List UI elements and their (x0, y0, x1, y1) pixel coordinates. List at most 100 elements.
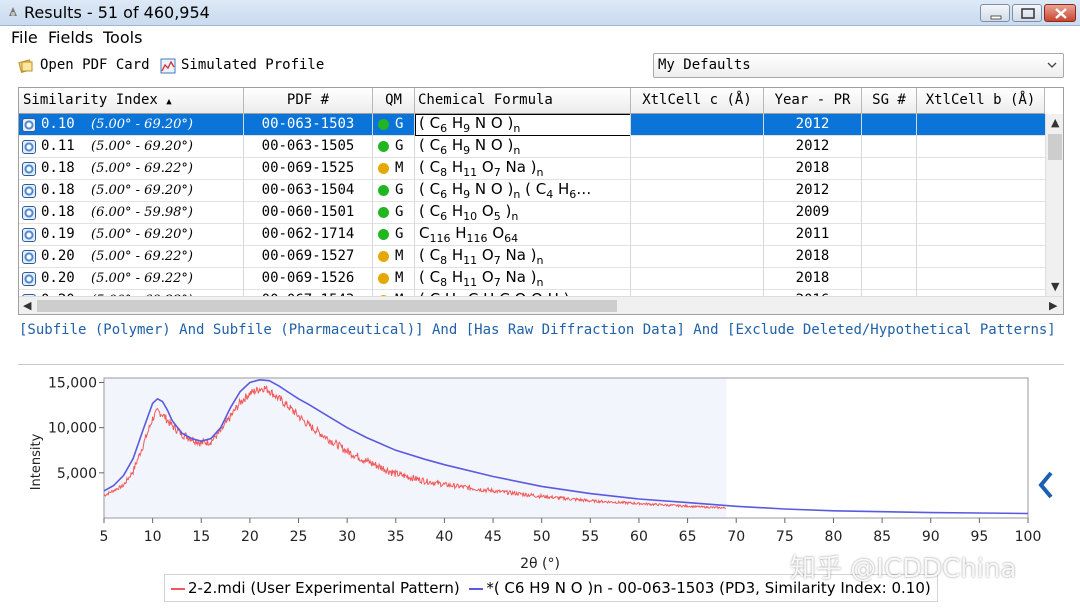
pattern-icon (22, 184, 36, 198)
scroll-down-icon[interactable]: ▼ (1051, 280, 1059, 293)
quality-mark-icon (378, 185, 389, 196)
chemical-formula: ( C8 H11 O7 Na )n (419, 246, 544, 267)
cell-xtlcell-b (917, 180, 1045, 202)
table-row[interactable]: 0.18 (5.00° - 69.22°) 00-069-1525 M ( C8 H11… (19, 158, 1045, 180)
simulated-profile-button[interactable]: Simulated Profile (181, 57, 324, 73)
cell-xtlcell-c (631, 246, 764, 268)
pattern-icon (22, 250, 36, 264)
x-tick-label: 45 (484, 529, 502, 545)
similarity-value: 0.18 (41, 160, 75, 176)
col-qm[interactable]: QM (373, 88, 415, 114)
cell-xtlcell-b (917, 246, 1045, 268)
scroll-right-icon[interactable]: ▶ (1049, 299, 1057, 312)
x-tick-label: 70 (727, 529, 745, 545)
cell-year: 2012 (764, 180, 862, 202)
cell-xtlcell-c (631, 202, 764, 224)
pattern-icon (22, 206, 36, 220)
maximize-button[interactable] (1012, 4, 1042, 22)
x-tick-label: 55 (581, 529, 599, 545)
table-row[interactable]: 0.19 (5.00° - 69.20°) 00-062-1714 G C116 H11… (19, 224, 1045, 246)
col-chemical-formula[interactable]: Chemical Formula (415, 88, 631, 114)
cell-similarity: 0.18 (5.00° - 69.22°) (19, 158, 244, 180)
cell-similarity: 0.18 (5.00° - 69.20°) (19, 180, 244, 202)
legend-swatch-reference (469, 587, 484, 590)
close-button[interactable] (1044, 4, 1076, 22)
pattern-icon (22, 162, 36, 176)
table-row[interactable]: 0.18 (6.00° - 59.98°) 00-060-1501 G ( C6 H10… (19, 202, 1045, 224)
menu-file[interactable]: File (11, 28, 38, 47)
vertical-scrollbar[interactable]: ▲ ▼ (1045, 114, 1063, 296)
vertical-scroll-thumb[interactable] (1048, 134, 1062, 160)
simulated-profile-icon (160, 58, 176, 74)
horizontal-scrollbar[interactable]: ◀ ▶ (19, 296, 1063, 314)
menu-tools[interactable]: Tools (103, 28, 142, 47)
y-tick-label: 5,000 (57, 466, 97, 482)
maximize-icon (1021, 8, 1035, 19)
chemical-formula: ( C8 H11 O7 Na )n (419, 158, 544, 179)
quality-mark-letter: M (395, 270, 404, 286)
y-tick-label: 10,000 (48, 421, 97, 437)
angle-range: (5.00° - 69.20°) (91, 117, 193, 132)
cell-xtlcell-b (917, 224, 1045, 246)
table-row[interactable]: 0.20 (5.00° - 69.22°) 00-069-1526 M ( C8 H11… (19, 268, 1045, 290)
table-row[interactable]: 0.20 (5.00° - 69.22°) 00-069-1527 M ( C8 H11… (19, 246, 1045, 268)
quality-mark-icon (378, 229, 389, 240)
cell-year: 2018 (764, 158, 862, 180)
chemical-formula: ( C6 H9 N O )n ( C4 H6… (419, 180, 592, 201)
cell-sg (862, 224, 917, 246)
menu-fields[interactable]: Fields (48, 28, 93, 47)
scroll-left-icon[interactable]: ◀ (23, 299, 31, 312)
cell-similarity: 0.11 (5.00° - 69.20°) (19, 136, 244, 158)
table-row[interactable]: 0.10 (5.00° - 69.20°) 00-063-1503 G ( C6 H9 … (19, 114, 1045, 136)
angle-range: (5.00° - 69.20°) (91, 227, 193, 242)
cell-sg (862, 268, 917, 290)
col-similarity-index[interactable]: Similarity Index ▲ (19, 88, 244, 114)
scroll-up-icon[interactable]: ▲ (1051, 116, 1059, 129)
quality-mark-letter: G (395, 116, 404, 132)
cell-year: 2018 (764, 246, 862, 268)
cell-qm: M (373, 246, 415, 268)
cell-similarity: 0.20 (5.00° - 69.22°) (19, 268, 244, 290)
col-xtlcell-c[interactable]: XtlCell c (Å) (631, 88, 764, 114)
minimize-icon (990, 15, 1002, 20)
cell-pdf-number: 00-069-1527 (244, 246, 373, 268)
pattern-icon (22, 272, 36, 286)
cell-chemical-formula: ( C8 H11 O7 Na )n (415, 268, 631, 290)
col-xtlcell-b[interactable]: XtlCell b (Å) (917, 88, 1045, 114)
cell-year: 2011 (764, 224, 862, 246)
quality-mark-icon (378, 207, 389, 218)
table-row[interactable]: 0.11 (5.00° - 69.20°) 00-063-1505 G ( C6 H9 … (19, 136, 1045, 158)
x-tick-label: 5 (100, 529, 109, 545)
quality-mark-icon (378, 119, 389, 130)
quality-mark-icon (378, 273, 389, 284)
cell-qm: G (373, 180, 415, 202)
x-tick-label: 50 (533, 529, 551, 545)
chevron-left-icon[interactable] (1036, 470, 1056, 500)
angle-range: (5.00° - 69.20°) (91, 183, 193, 198)
col-pdf[interactable]: PDF # (244, 88, 373, 114)
table-body: 0.10 (5.00° - 69.20°) 00-063-1503 G ( C6 H9 … (19, 114, 1045, 296)
cell-pdf-number: 00-063-1505 (244, 136, 373, 158)
cell-year: 2018 (764, 268, 862, 290)
cell-year: 2009 (764, 202, 862, 224)
defaults-select[interactable]: My Defaults (653, 53, 1064, 78)
window-title: Results - 51 of 460,954 (24, 3, 210, 22)
quality-mark-letter: G (395, 226, 404, 242)
horizontal-scroll-thumb[interactable] (37, 300, 617, 312)
cell-xtlcell-c (631, 224, 764, 246)
x-tick-label: 25 (290, 529, 308, 545)
quality-mark-letter: G (395, 204, 404, 220)
col-sg[interactable]: SG # (862, 88, 917, 114)
table-row[interactable]: 0.18 (5.00° - 69.20°) 00-063-1504 G ( C6 H9 … (19, 180, 1045, 202)
x-tick-label: 65 (679, 529, 697, 545)
cell-xtlcell-b (917, 202, 1045, 224)
open-pdf-card-button[interactable]: Open PDF Card (40, 57, 150, 73)
search-query-text: [Subfile (Polymer) And Subfile (Pharmace… (19, 322, 1056, 338)
table-header: Similarity Index ▲ PDF # QM Chemical For… (19, 88, 1045, 114)
quality-mark-letter: M (395, 248, 404, 264)
cell-chemical-formula: ( C6 H9 N O )n ( C4 H6… (415, 180, 631, 202)
col-year-pr[interactable]: Year - PR (764, 88, 862, 114)
cell-xtlcell-b (917, 136, 1045, 158)
cell-sg (862, 180, 917, 202)
minimize-button[interactable] (980, 4, 1010, 22)
